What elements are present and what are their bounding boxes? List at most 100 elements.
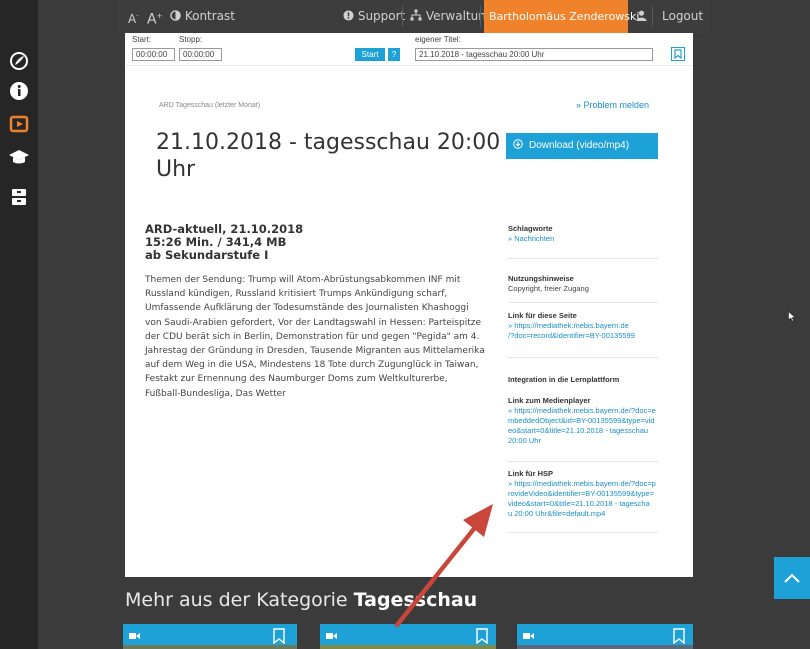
page-link-section: Link für diese Seite » https://mediathek…	[508, 311, 635, 341]
download-label: Download (video/mp4)	[529, 140, 630, 151]
info-icon[interactable]	[8, 80, 30, 102]
start-time-label: Start:	[132, 35, 152, 44]
media-icon[interactable]	[8, 113, 30, 135]
category-heading-prefix: Mehr aus der Kategorie	[125, 589, 354, 611]
integration-heading: Integration in die Lernplattform	[508, 375, 620, 384]
keywords-heading: Schlagworte	[508, 224, 553, 233]
font-increase-button[interactable]: A+	[147, 0, 162, 33]
help-button[interactable]: ?	[388, 48, 400, 61]
info-divider	[508, 302, 658, 303]
logout-button[interactable]: Logout	[662, 0, 703, 33]
download-button[interactable]: Download (video/mp4)	[506, 133, 658, 159]
contrast-toggle[interactable]: Kontrast	[170, 0, 235, 33]
video-camera-icon	[326, 633, 337, 639]
bookmark-icon[interactable]	[273, 628, 285, 644]
bookmark-icon	[674, 49, 682, 59]
hsp-link[interactable]: » https://mediathek.mebis.bayern.de/?doc…	[508, 479, 656, 519]
hierarchy-icon	[410, 9, 422, 21]
breadcrumb[interactable]: ARD Tagesschau (letzter Monat)	[159, 102, 260, 109]
usage-heading: Nutzungshinweise	[508, 274, 574, 283]
contrast-icon	[170, 10, 181, 21]
description-line: der CDU berät sich in Berlin, Demonstrat…	[145, 331, 480, 342]
category-name[interactable]: Tagesschau	[354, 589, 478, 611]
education-icon[interactable]	[8, 146, 30, 168]
usage-value: Copyright, freier Zugang	[508, 284, 589, 293]
topbar-divider	[402, 6, 403, 27]
page-link-heading: Link für diese Seite	[508, 311, 577, 320]
chevron-up-icon	[784, 573, 800, 583]
video-camera-icon	[523, 633, 534, 639]
description-line: Themen der Sendung: Trump will Atom-Abrü…	[145, 275, 461, 285]
player-link-line: 20:00 Uhr	[508, 436, 541, 445]
hsp-link-line: u 20:00 Uhr&file=default.mp4	[508, 509, 606, 518]
support-label: Support	[357, 9, 406, 23]
player-controls: Start: Stopp: 00:00:00 00:00:00 Start ? …	[125, 33, 693, 66]
media-description: Themen der Sendung: Trump will Atom-Abrü…	[145, 273, 485, 401]
sidebar-logo-icon[interactable]	[8, 50, 30, 72]
mouse-cursor-icon	[788, 311, 796, 322]
topbar-divider	[480, 6, 481, 27]
stop-time-input[interactable]: 00:00:00	[179, 48, 222, 61]
video-thumbnail[interactable]	[517, 645, 693, 649]
media-level: ab Sekundarstufe I	[145, 248, 269, 262]
bookmark-button[interactable]	[671, 47, 685, 61]
start-button[interactable]: Start	[355, 48, 385, 61]
keywords-section: Schlagworte » Nachrichten	[508, 224, 554, 244]
info-divider	[508, 357, 658, 358]
bookmark-icon[interactable]	[476, 628, 488, 644]
custom-title-input[interactable]: 21.10.2018 - tagesschau 20:00 Uhr	[415, 48, 653, 61]
hsp-link-section: Link für HSP » https://mediathek.mebis.b…	[508, 469, 656, 519]
topbar-divider	[652, 6, 653, 27]
custom-title-label: eigener Titel:	[415, 35, 461, 44]
description-line: von Saudi-Arabien gefordert, Vor der Lan…	[145, 317, 481, 328]
media-summary: ARD-aktuell, 21.10.2018 15:26 Min. / 341…	[145, 223, 303, 262]
page-link-line: » https://mediathek.mebis.bayern.de	[508, 321, 629, 330]
hsp-link-line: » https://mediathek.mebis.bayern.de/?doc…	[508, 479, 656, 488]
media-detail-panel: ARD Tagesschau (letzter Monat) » Problem…	[125, 66, 693, 577]
player-link-line: mbeddedObject&id=BY-00135599&type=vid	[508, 416, 655, 425]
page-title: 21.10.2018 - tagesschau 20:00 Uhr	[156, 129, 500, 183]
sidebar	[0, 0, 38, 649]
user-name[interactable]: Bartholomäus Zenderowski	[484, 0, 639, 33]
player-link-line: eo&start=0&title=21.10.2018 - tagesschau	[508, 426, 649, 435]
start-time-input[interactable]: 00:00:00	[132, 48, 175, 61]
description-line: Jahrestag der Gründung in Dresden, Tause…	[145, 346, 485, 357]
page-title-line: 21.10.2018 - tagesschau 20:00	[156, 130, 501, 155]
download-icon	[513, 139, 523, 149]
user-icon[interactable]	[636, 0, 647, 33]
info-divider	[508, 461, 658, 462]
page-link-line: /?doc=record&identifier=BY-00135599	[508, 331, 635, 340]
description-line: Umfassende Aufklärung der Todesumstände …	[145, 303, 469, 314]
player-link-heading: Link zum Medienplayer	[508, 396, 591, 405]
report-problem-link[interactable]: » Problem melden	[576, 100, 649, 110]
info-divider	[508, 258, 658, 259]
alert-icon	[343, 10, 354, 21]
support-link[interactable]: Support	[343, 0, 405, 33]
hsp-link-line: rovideVideo&identifier=BY-00135599&type=	[508, 489, 654, 498]
contrast-label: Kontrast	[184, 9, 235, 23]
info-divider	[508, 532, 658, 533]
player-link-section: Link zum Medienplayer » https://mediathe…	[508, 396, 656, 446]
category-heading: Mehr aus der Kategorie Tagesschau	[125, 589, 477, 611]
stop-time-label: Stopp:	[179, 35, 203, 44]
font-decrease-button[interactable]: A-	[128, 0, 139, 33]
top-navigation-bar: A- A+ Kontrast Support Verwaltung Bartho…	[118, 0, 709, 33]
player-link-line: » https://mediathek.mebis.bayern.de/?doc…	[508, 406, 656, 415]
description-line: auf dem Weg in die USA, Mindestens 18 To…	[145, 360, 479, 371]
keyword-link[interactable]: » Nachrichten	[508, 234, 554, 244]
hsp-link-line: video&start=0&title=21.10.2018 - tagesch…	[508, 499, 650, 508]
archive-icon[interactable]	[8, 186, 30, 208]
description-line: Festakt zur Ernennung des Naumburger Dom…	[145, 374, 448, 385]
video-thumbnail[interactable]	[320, 645, 496, 649]
page-link[interactable]: » https://mediathek.mebis.bayern.de /?do…	[508, 321, 635, 341]
usage-section: Nutzungshinweise Copyright, freier Zugan…	[508, 274, 589, 294]
hsp-link-heading: Link für HSP	[508, 469, 554, 478]
player-link[interactable]: » https://mediathek.mebis.bayern.de/?doc…	[508, 406, 656, 446]
description-line: Fußball-Bundesliga, Das Wetter	[145, 388, 286, 399]
page-title-line: Uhr	[156, 157, 196, 182]
video-thumbnail[interactable]	[123, 645, 297, 649]
video-camera-icon	[129, 633, 140, 639]
description-line: Russland kündigen, Russland kritisiert T…	[145, 289, 448, 300]
bookmark-icon[interactable]	[673, 628, 685, 644]
scroll-top-button[interactable]	[774, 557, 810, 599]
